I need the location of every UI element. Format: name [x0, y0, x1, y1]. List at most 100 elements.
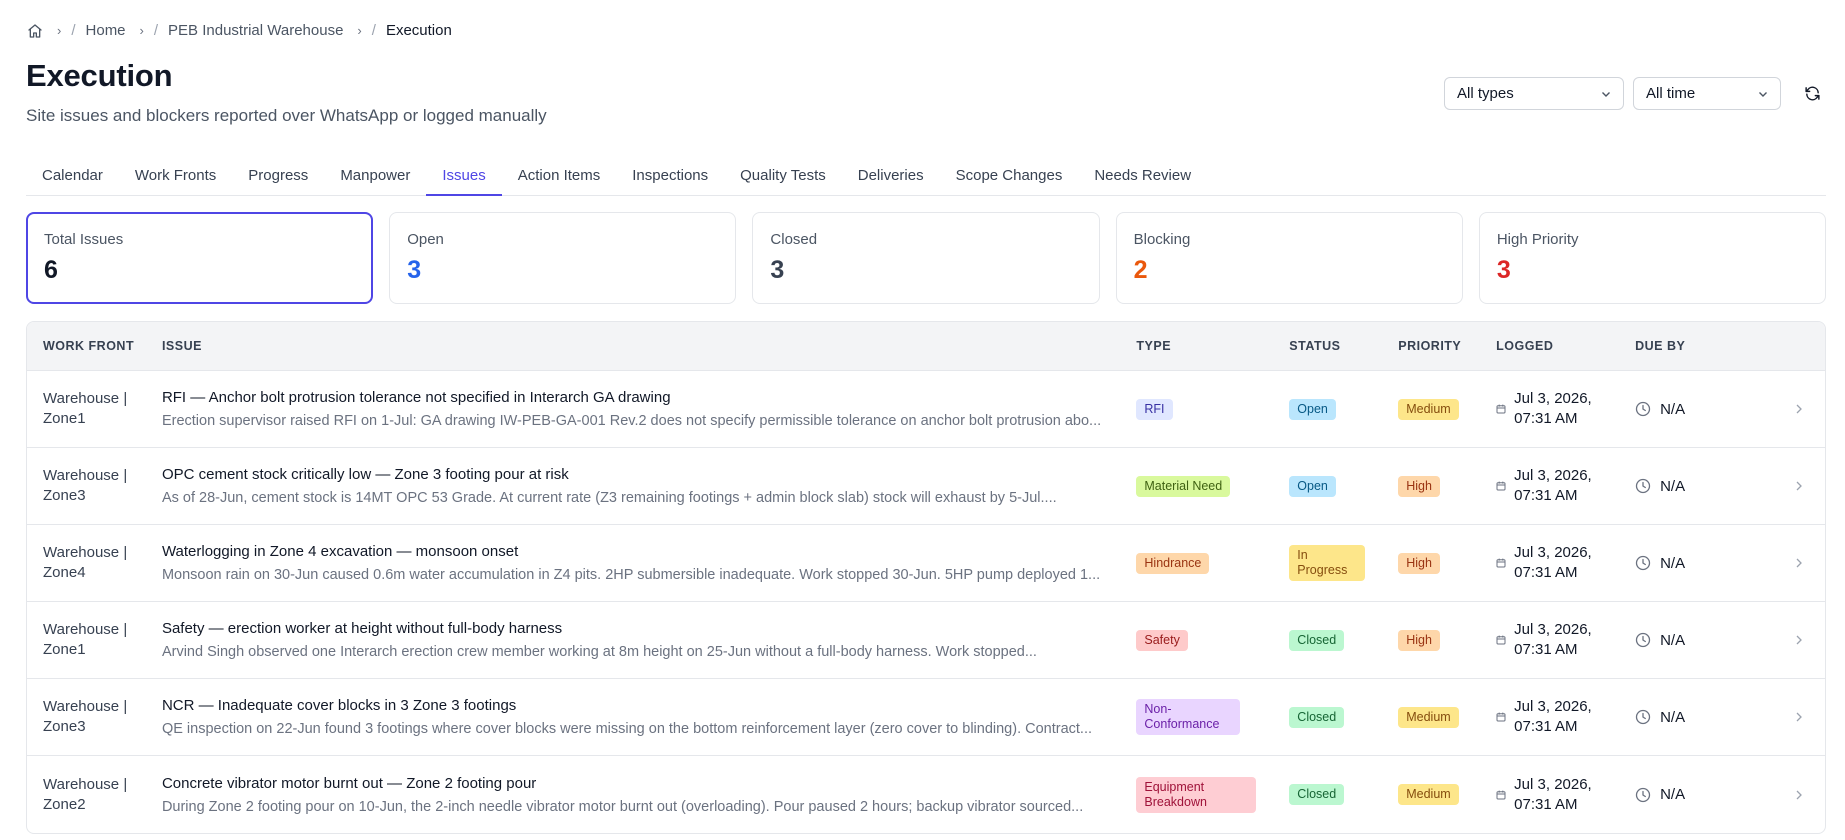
table-row[interactable]: Warehouse | Zone1 RFI — Anchor bolt prot…: [27, 371, 1825, 448]
table-row[interactable]: Warehouse | Zone1 Safety — erection work…: [27, 602, 1825, 679]
priority-badge: Medium: [1398, 398, 1459, 420]
tab-inspections[interactable]: Inspections: [616, 156, 724, 196]
table-row[interactable]: Warehouse | Zone3 NCR — Inadequate cover…: [27, 679, 1825, 756]
column-header-due-by[interactable]: DUE BY: [1635, 339, 1775, 353]
filter-bar: All types All time: [1444, 77, 1826, 110]
stat-label: Open: [407, 231, 444, 248]
stat-card-total[interactable]: Total Issues 6: [26, 212, 374, 304]
issue-description: Erection supervisor raised RFI on 1-Jul:…: [161, 413, 1102, 429]
stat-card-high-priority[interactable]: High Priority 3: [1478, 212, 1827, 304]
logged-date: Jul 3, 2026,: [1514, 467, 1592, 484]
tab-quality-tests[interactable]: Quality Tests: [724, 156, 842, 196]
table-body: Warehouse | Zone1 RFI — Anchor bolt prot…: [27, 371, 1825, 833]
due-by-value: N/A: [1660, 400, 1686, 418]
chevron-right-icon[interactable]: [1793, 634, 1805, 646]
clock-icon: [1635, 401, 1651, 417]
column-header-priority[interactable]: PRIORITY: [1398, 339, 1496, 353]
tab-work-fronts[interactable]: Work Fronts: [119, 156, 232, 196]
calendar-icon: [1496, 404, 1506, 414]
column-header-status[interactable]: STATUS: [1289, 339, 1398, 353]
stat-label: High Priority: [1496, 231, 1579, 248]
tab-manpower[interactable]: Manpower: [324, 156, 426, 196]
breadcrumb-home[interactable]: Home: [86, 22, 126, 39]
column-header-logged[interactable]: LOGGED: [1496, 339, 1635, 353]
issues-table: WORK FRONT ISSUE TYPE STATUS PRIORITY LO…: [26, 321, 1826, 834]
chevron-right-icon[interactable]: [1793, 480, 1805, 492]
calendar-icon: [1496, 790, 1506, 799]
type-filter-value: All types: [1457, 85, 1514, 102]
tab-action-items[interactable]: Action Items: [502, 156, 617, 196]
stat-value: 3: [770, 256, 785, 284]
stat-value: 6: [44, 256, 58, 284]
status-badge: Open: [1289, 398, 1336, 420]
due-by-value: N/A: [1660, 708, 1686, 726]
clock-icon: [1635, 632, 1651, 648]
logged-time: 07:31 AM: [1514, 487, 1578, 504]
status-badge: In Progress: [1289, 545, 1366, 581]
clock-icon: [1635, 555, 1651, 571]
work-front-line2: Zone1: [43, 410, 86, 427]
type-badge: Safety: [1136, 629, 1188, 651]
chevron-right-icon: ›: [139, 23, 144, 38]
priority-badge: High: [1398, 552, 1440, 574]
column-header-issue[interactable]: ISSUE: [162, 339, 1136, 353]
table-row[interactable]: Warehouse | Zone3 OPC cement stock criti…: [27, 448, 1825, 525]
tab-needs-review[interactable]: Needs Review: [1078, 156, 1207, 196]
work-front-line2: Zone4: [43, 564, 86, 581]
chevron-right-icon[interactable]: [1793, 711, 1805, 723]
tab-calendar[interactable]: Calendar: [26, 156, 119, 196]
logged-date: Jul 3, 2026,: [1514, 390, 1592, 407]
type-badge: Non-Conformance: [1136, 699, 1241, 735]
tab-issues[interactable]: Issues: [426, 156, 502, 196]
tab-scope-changes[interactable]: Scope Changes: [940, 156, 1079, 196]
issue-description: During Zone 2 footing pour on 10-Jun, th…: [161, 798, 1084, 815]
priority-badge: Medium: [1398, 706, 1459, 728]
stat-card-closed[interactable]: Closed 3: [752, 212, 1100, 304]
status-badge: Closed: [1289, 784, 1345, 805]
type-badge: RFI: [1136, 398, 1173, 420]
type-badge: Material Need: [1136, 475, 1231, 497]
logged-time: 07:31 AM: [1514, 564, 1578, 581]
refresh-button[interactable]: [1798, 80, 1826, 108]
issue-title: Safety — erection worker at height witho…: [161, 620, 563, 637]
table-row[interactable]: Warehouse | Zone4 Waterlogging in Zone 4…: [27, 525, 1825, 602]
chevron-right-icon: ›: [57, 23, 62, 38]
chevron-right-icon[interactable]: [1793, 557, 1805, 569]
page-subtitle: Site issues and blockers reported over W…: [26, 106, 547, 125]
logged-time: 07:31 AM: [1514, 718, 1578, 735]
clock-icon: [1635, 478, 1651, 494]
breadcrumb-separator: /: [71, 22, 76, 39]
stats-row: Total Issues 6 Open 3 Closed 3 Blocking …: [26, 212, 1827, 304]
due-by-value: N/A: [1660, 554, 1686, 572]
work-front-line1: Warehouse |: [43, 544, 128, 561]
stat-card-blocking[interactable]: Blocking 2: [1115, 212, 1463, 304]
calendar-icon: [1496, 481, 1506, 491]
tab-deliveries[interactable]: Deliveries: [842, 156, 940, 196]
issue-title: NCR — Inadequate cover blocks in 3 Zone …: [161, 697, 517, 714]
status-badge: Closed: [1289, 629, 1345, 651]
logged-time: 07:31 AM: [1514, 795, 1578, 813]
type-filter-select[interactable]: All types: [1444, 77, 1624, 110]
priority-badge: High: [1398, 475, 1440, 497]
type-badge: Hindrance: [1136, 552, 1210, 574]
logged-date: Jul 3, 2026,: [1514, 775, 1592, 793]
breadcrumb-project[interactable]: PEB Industrial Warehouse: [168, 22, 343, 39]
chevron-right-icon[interactable]: [1793, 403, 1805, 415]
issue-title: Waterlogging in Zone 4 excavation — mons…: [161, 543, 519, 560]
column-header-type[interactable]: TYPE: [1136, 339, 1289, 353]
column-header-work-front[interactable]: WORK FRONT: [27, 339, 162, 353]
breadcrumb: › / Home › / PEB Industrial Warehouse › …: [26, 22, 452, 39]
table-row[interactable]: Warehouse | Zone2 Concrete vibrator moto…: [27, 756, 1825, 833]
chevron-right-icon[interactable]: [1793, 789, 1805, 801]
logged-date: Jul 3, 2026,: [1514, 621, 1592, 638]
issue-description: As of 28-Jun, cement stock is 14MT OPC 5…: [161, 490, 1057, 506]
work-front-line1: Warehouse |: [43, 698, 128, 715]
stat-card-open[interactable]: Open 3: [389, 212, 737, 304]
issue-title: OPC cement stock critically low — Zone 3…: [161, 466, 569, 483]
home-icon[interactable]: [26, 22, 43, 39]
tab-progress[interactable]: Progress: [232, 156, 324, 196]
time-filter-select[interactable]: All time: [1633, 77, 1781, 110]
work-front-line1: Warehouse |: [43, 390, 128, 407]
breadcrumb-separator: /: [153, 22, 159, 39]
stat-value: 2: [1133, 256, 1148, 284]
